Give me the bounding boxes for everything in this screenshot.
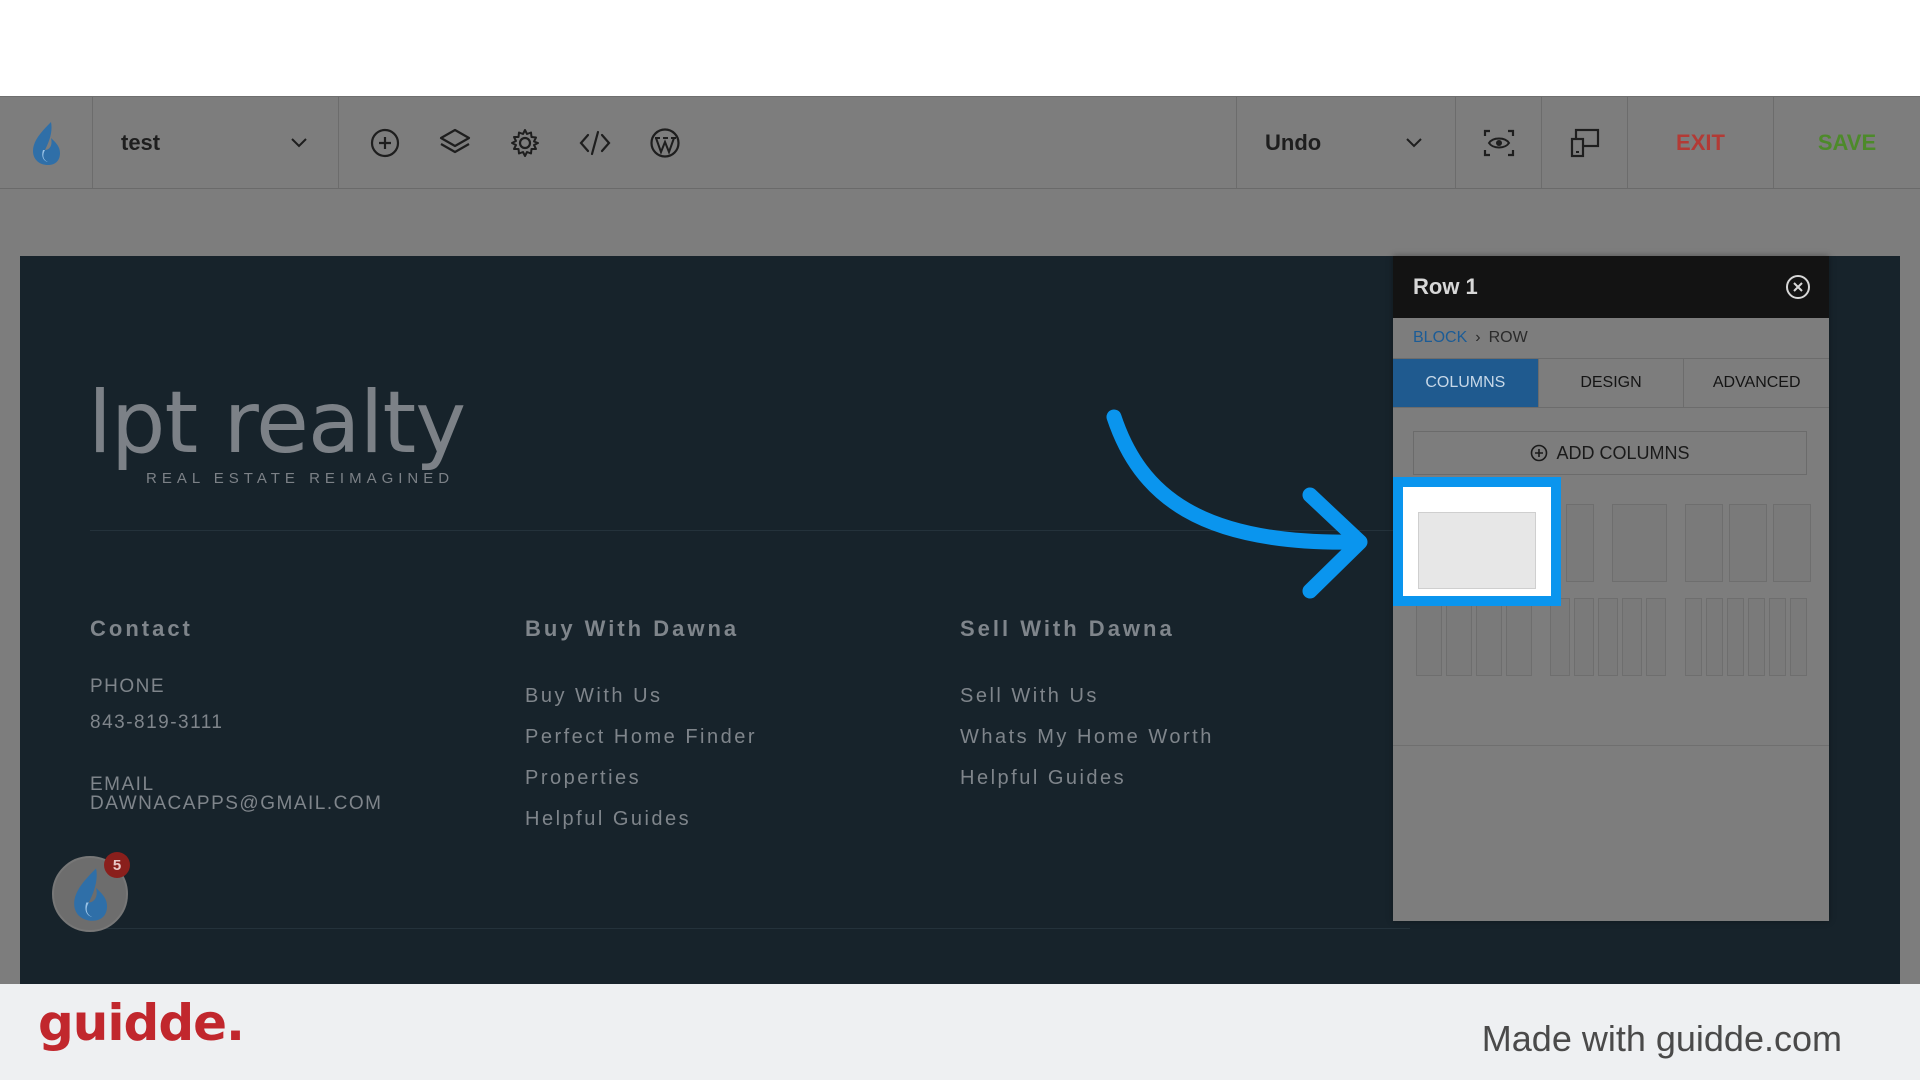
one-column-layout: [1403, 487, 1551, 596]
wordpress-button[interactable]: [645, 123, 685, 163]
add-circle-icon: [370, 128, 400, 157]
buy-link-properties[interactable]: Properties: [525, 767, 641, 790]
screen: test Undo EXIT SAVE lpt realty REAL ESTA…: [0, 0, 1920, 1080]
watermark-bar: guidde. Made with guidde.com: [0, 984, 1920, 1080]
layout-option[interactable]: [1566, 504, 1594, 582]
preview-eye-icon: [1483, 129, 1514, 156]
sell-link-home-worth[interactable]: Whats My Home Worth: [960, 726, 1214, 749]
buy-link-perfect-home-finder[interactable]: Perfect Home Finder: [525, 726, 757, 749]
layout-option[interactable]: [1790, 598, 1807, 676]
layout-option[interactable]: [1598, 598, 1618, 676]
layout-option[interactable]: [1685, 598, 1702, 676]
buy-link-buy-with-us[interactable]: Buy With Us: [525, 685, 663, 708]
notification-badge: 5: [104, 852, 130, 878]
divider: [90, 928, 1410, 929]
page-selector[interactable]: test: [93, 97, 339, 188]
made-with-text: Made with guidde.com: [1481, 1018, 1842, 1059]
buy-heading: Buy With Dawna: [525, 616, 740, 641]
one-column-layout-highlight[interactable]: [1393, 477, 1561, 606]
layout-option[interactable]: [1773, 504, 1811, 582]
layout-option[interactable]: [1506, 598, 1532, 676]
layout-option[interactable]: [1476, 598, 1502, 676]
layout-option[interactable]: [1748, 598, 1765, 676]
code-button[interactable]: [575, 123, 615, 163]
layout-option[interactable]: [1769, 598, 1786, 676]
responsive-devices-icon: [1570, 128, 1599, 157]
layout-option[interactable]: [1416, 598, 1442, 676]
layout-option[interactable]: [1550, 598, 1570, 676]
phone-number[interactable]: 843-819-3111: [90, 712, 224, 734]
layout-option[interactable]: [1446, 598, 1472, 676]
layout-option[interactable]: [1612, 504, 1667, 582]
layout-option[interactable]: [1727, 598, 1744, 676]
wordpress-icon: [650, 127, 680, 158]
undo-dropdown[interactable]: Undo: [1236, 97, 1456, 188]
exit-button[interactable]: EXIT: [1628, 97, 1774, 188]
guidde-logo: guidde.: [38, 994, 245, 1052]
settings-button[interactable]: [505, 123, 545, 163]
layout-option[interactable]: [1729, 504, 1767, 582]
layout-option[interactable]: [1706, 598, 1723, 676]
editor-toolbar: test Undo EXIT SAVE: [0, 96, 1920, 189]
toolbar-tools: [339, 97, 1236, 188]
layers-button[interactable]: [435, 123, 475, 163]
brand-name: lpt realty: [88, 373, 466, 473]
layout-option[interactable]: [1574, 598, 1594, 676]
undo-label: Undo: [1265, 129, 1322, 155]
guide-arrow-icon: [1106, 409, 1368, 599]
brand-logo: lpt realty REAL ESTATE REIMAGINED: [88, 373, 466, 487]
responsive-button[interactable]: [1542, 97, 1628, 188]
save-button[interactable]: SAVE: [1774, 97, 1920, 188]
contact-heading: Contact: [90, 616, 193, 641]
sell-link-sell-with-us[interactable]: Sell With Us: [960, 685, 1099, 708]
phone-label: PHONE: [90, 676, 166, 697]
email-address[interactable]: DAWNACAPPS@GMAIL.COM: [90, 793, 382, 815]
sell-heading: Sell With Dawna: [960, 616, 1175, 641]
layout-option[interactable]: [1685, 504, 1723, 582]
brand-tagline: REAL ESTATE REIMAGINED: [146, 470, 455, 487]
layout-option[interactable]: [1622, 598, 1642, 676]
code-icon: [579, 130, 611, 155]
layout-option[interactable]: [1646, 598, 1666, 676]
page-name: test: [121, 129, 161, 155]
column-cell: [1418, 512, 1536, 589]
divider: [1393, 745, 1829, 746]
sell-link-helpful-guides[interactable]: Helpful Guides: [960, 767, 1126, 790]
flame-logo-icon: [74, 868, 108, 921]
gear-icon: [511, 128, 539, 157]
chevron-down-icon: [1406, 137, 1422, 147]
layers-icon: [439, 128, 471, 153]
app-logo[interactable]: [0, 97, 93, 188]
preview-button[interactable]: [1456, 97, 1542, 188]
add-element-button[interactable]: [365, 123, 405, 163]
buy-link-helpful-guides[interactable]: Helpful Guides: [525, 808, 691, 831]
chat-launcher[interactable]: 5: [52, 852, 130, 932]
flame-logo-icon: [33, 121, 60, 165]
chevron-down-icon: [291, 137, 307, 147]
